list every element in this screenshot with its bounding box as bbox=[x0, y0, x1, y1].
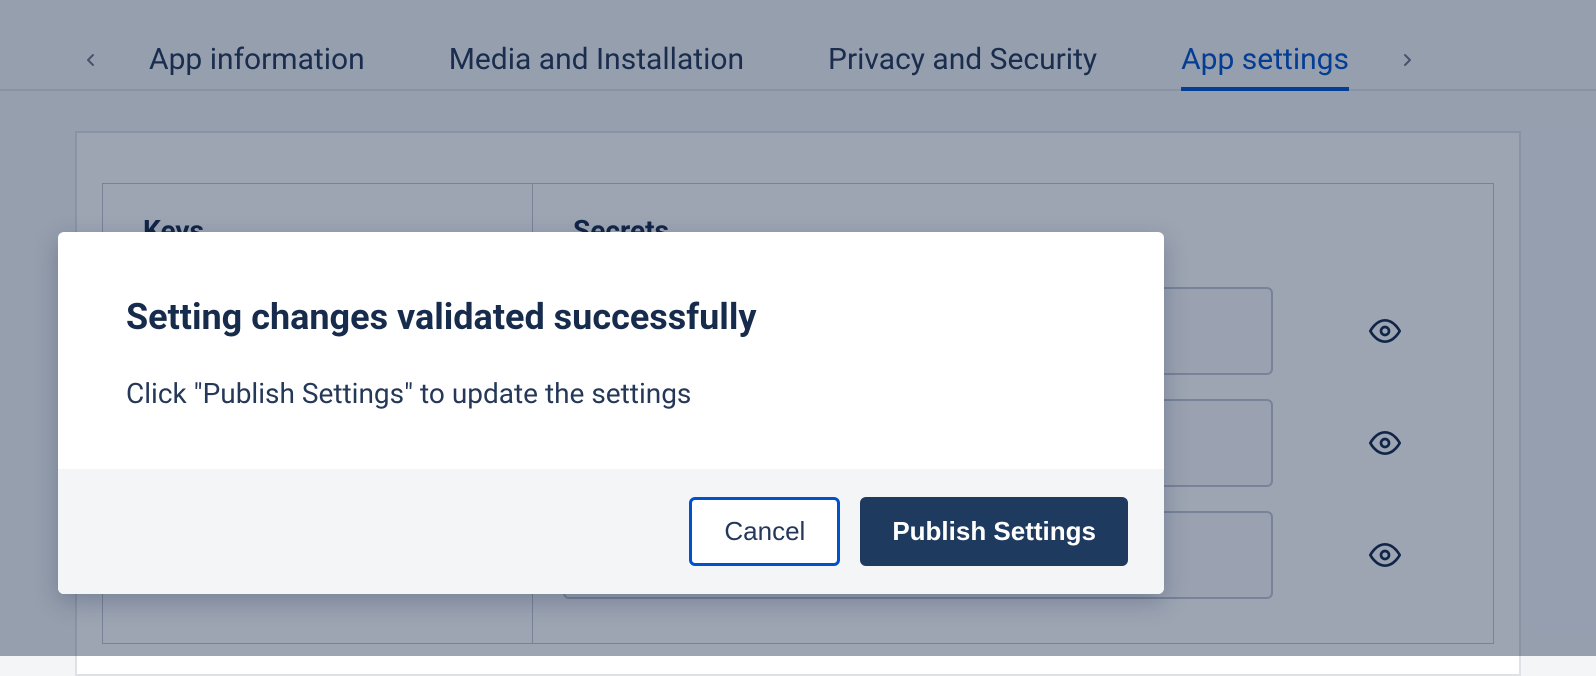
modal-body: Setting changes validated successfully C… bbox=[58, 232, 1164, 469]
modal-title: Setting changes validated successfully bbox=[126, 296, 1096, 338]
confirmation-modal: Setting changes validated successfully C… bbox=[58, 232, 1164, 594]
publish-settings-button[interactable]: Publish Settings bbox=[860, 497, 1128, 566]
cancel-button[interactable]: Cancel bbox=[689, 497, 840, 566]
modal-description: Click "Publish Settings" to update the s… bbox=[126, 374, 1096, 413]
modal-footer: Cancel Publish Settings bbox=[58, 469, 1164, 594]
